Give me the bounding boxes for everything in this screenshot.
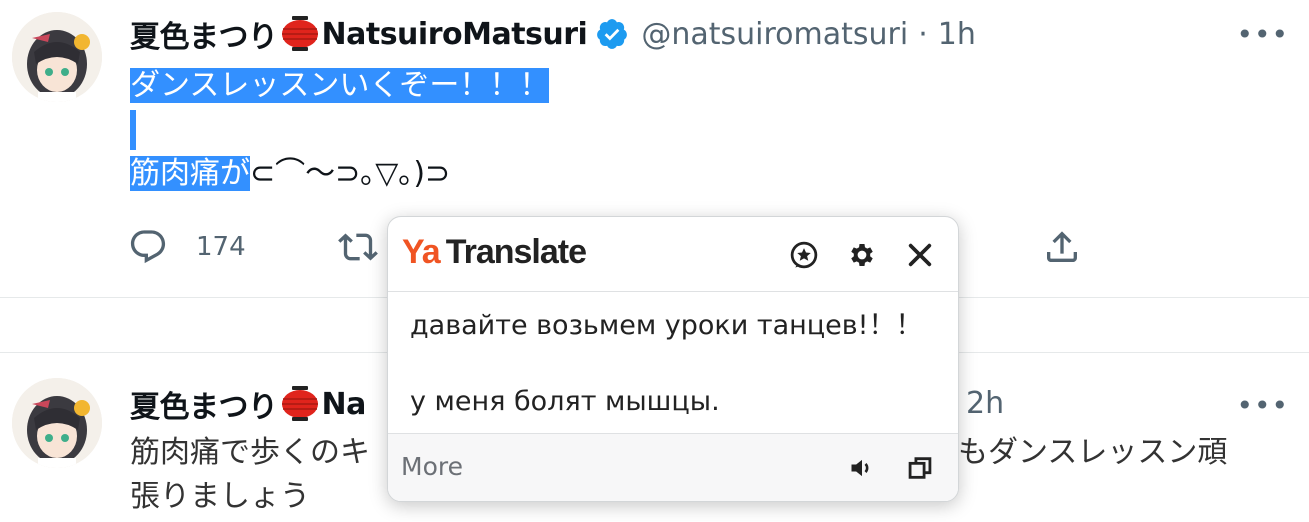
tweet-header: 夏色まつり Na	[130, 382, 367, 426]
retweet-icon	[338, 233, 378, 261]
tweet-time[interactable]: 2h	[966, 384, 1004, 424]
popup-header: Ya Translate	[388, 217, 958, 292]
logo-translate: Translate	[445, 233, 587, 271]
rate-star-icon[interactable]	[786, 237, 822, 273]
author-handle[interactable]: @natsuiromatsuri	[641, 17, 908, 52]
speaker-icon[interactable]	[846, 452, 878, 484]
author-name-latin[interactable]: Na	[322, 387, 367, 422]
separator-dot: ·	[918, 16, 928, 52]
translation-text: давайте возьмем уроки танцев!！！ у меня б…	[410, 310, 923, 417]
more-horizontal-icon[interactable]: •••	[1236, 389, 1289, 422]
selected-text: ダンスレッスンいくぞー！！！	[130, 68, 550, 103]
reply-icon	[130, 230, 166, 264]
more-horizontal-icon[interactable]: •••	[1236, 18, 1289, 51]
tweet-header: 夏色まつり NatsuiroMatsuri @natsuiromatsuri ·…	[130, 12, 976, 56]
verified-badge-icon	[597, 19, 628, 49]
emoticon-text: ⊂⌒～⊃｡▽｡)⊃	[250, 156, 451, 191]
tweet-text-blank-line	[130, 110, 136, 150]
tweet-text-line: 張りましょう	[130, 479, 310, 514]
tweet-text-line: もダンスレッスン頑	[958, 435, 1228, 470]
avatar[interactable]	[12, 12, 102, 102]
reply-count: 174	[196, 232, 246, 262]
share-icon	[1047, 231, 1077, 262]
tweet-text-line: 筋肉痛が⊂⌒～⊃｡▽｡)⊃	[130, 154, 450, 194]
translate-logo: Ya Translate	[402, 233, 587, 272]
logo-ya: Ya	[402, 233, 441, 271]
reply-button[interactable]: 174	[128, 227, 246, 267]
tweet-text-line: 筋肉痛で歩くのキ	[130, 435, 370, 470]
copy-icon[interactable]	[904, 452, 936, 484]
share-button[interactable]	[1042, 227, 1082, 267]
translate-popup: Ya Translate давайте возьмем уроки танцев…	[387, 216, 959, 502]
close-icon[interactable]	[902, 237, 938, 273]
popup-footer: More	[388, 433, 958, 501]
gear-icon[interactable]	[844, 237, 880, 273]
avatar[interactable]	[12, 378, 102, 468]
author-name-latin[interactable]: NatsuiroMatsuri	[322, 17, 588, 52]
retweet-button[interactable]	[338, 227, 378, 267]
selected-text: 筋肉痛が	[130, 156, 250, 191]
more-link[interactable]: More	[401, 452, 463, 481]
author-name[interactable]: 夏色まつり	[130, 12, 278, 56]
tweet-text-line: ダンスレッスンいくぞー！！！	[130, 66, 575, 106]
tweet-time[interactable]: 1h	[938, 17, 976, 52]
author-name[interactable]: 夏色まつり	[130, 382, 278, 426]
lantern-emoji-icon	[280, 15, 320, 53]
lantern-emoji-icon	[280, 385, 320, 423]
